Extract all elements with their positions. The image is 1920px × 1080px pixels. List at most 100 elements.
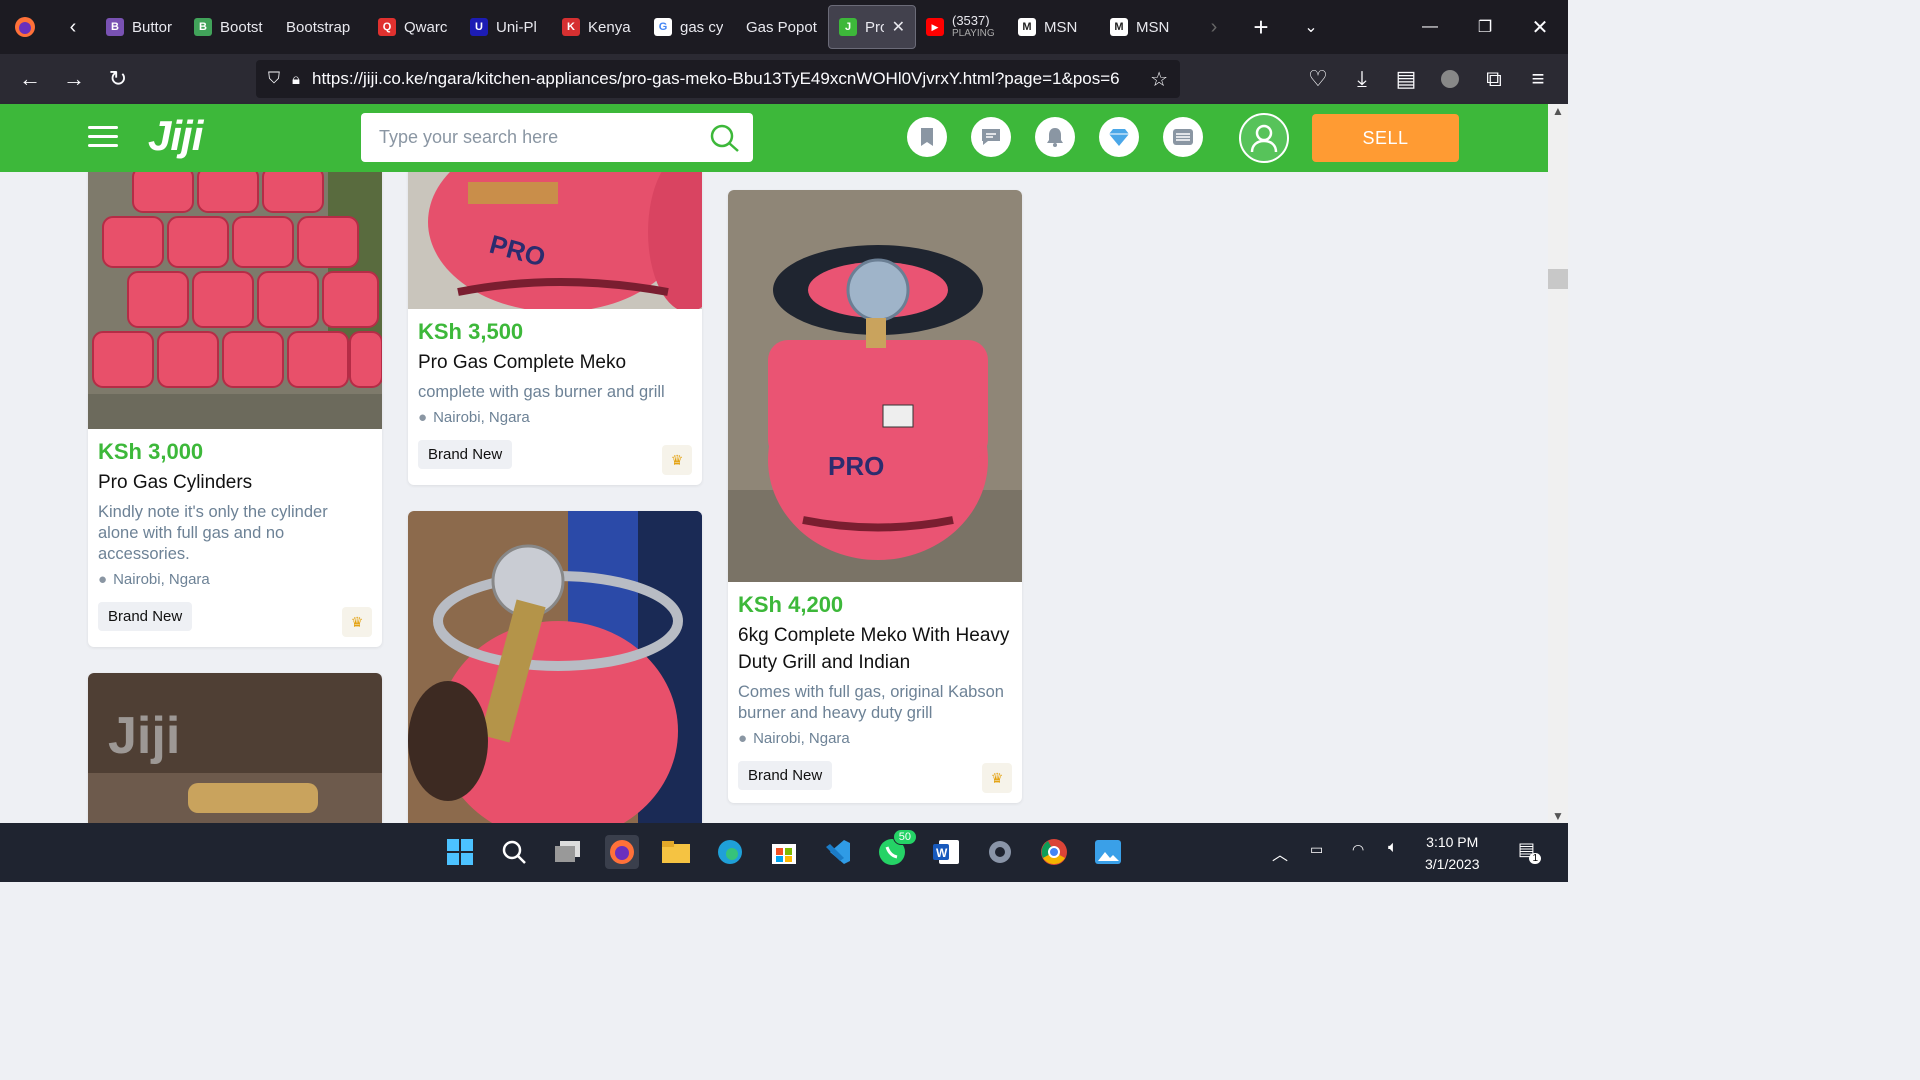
tab-scroll-left-icon[interactable]: ‹: [50, 5, 96, 49]
jiji-logo[interactable]: Jiji: [148, 112, 203, 160]
chrome-icon[interactable]: [1037, 835, 1071, 869]
shield-icon[interactable]: ⛉: [268, 70, 280, 88]
listing-title[interactable]: Pro Gas Complete Meko: [418, 349, 692, 376]
messages-icon[interactable]: [971, 117, 1011, 157]
tab-6[interactable]: Ggas cy: [644, 5, 736, 49]
notifications-bell-icon[interactable]: [1035, 117, 1075, 157]
tab-scroll-right-icon[interactable]: ›: [1192, 5, 1236, 49]
battery-icon[interactable]: ▭: [1310, 841, 1323, 858]
tab-10[interactable]: M MSN: [1008, 5, 1100, 49]
downloads-icon[interactable]: ⤓: [1340, 57, 1384, 101]
settings-gear-icon[interactable]: [983, 835, 1017, 869]
scroll-down-icon[interactable]: ▼: [1552, 809, 1564, 823]
search-input[interactable]: Type your search here: [361, 113, 753, 162]
hamburger-menu-icon[interactable]: [88, 126, 118, 150]
file-explorer-icon[interactable]: [659, 835, 693, 869]
pocket-icon[interactable]: ♡: [1296, 57, 1340, 101]
app-menu-icon[interactable]: ≡: [1516, 57, 1560, 101]
close-window-icon[interactable]: ✕: [1515, 5, 1565, 49]
close-tab-icon[interactable]: ✕: [892, 17, 905, 37]
volume-icon[interactable]: 🔈︎: [1388, 839, 1398, 857]
scrollbar-thumb[interactable]: [1548, 269, 1568, 289]
tab-8-active[interactable]: J Pro ✕: [828, 5, 916, 49]
condition-badge: Brand New: [738, 761, 833, 790]
vscode-icon[interactable]: [821, 835, 855, 869]
minimize-icon[interactable]: —: [1405, 5, 1455, 49]
extensions-puzzle-icon[interactable]: ⧉: [1472, 57, 1516, 101]
clock[interactable]: 3:10 PM 3/1/2023: [1425, 831, 1480, 875]
tab-1[interactable]: B Bootst: [184, 5, 276, 49]
my-adverts-list-icon[interactable]: [1163, 117, 1203, 157]
listing-image[interactable]: Jiji: [88, 673, 382, 823]
url-text[interactable]: https://jiji.co.ke/ngara/kitchen-applian…: [312, 69, 1138, 89]
word-icon[interactable]: W: [929, 835, 963, 869]
wifi-icon[interactable]: ◠: [1352, 841, 1364, 858]
show-hidden-icons-icon[interactable]: ︿: [1272, 841, 1288, 865]
gas-cylinders-photo: [88, 172, 382, 429]
firefox-taskbar-icon[interactable]: [605, 835, 639, 869]
whatsapp-badge: 50: [892, 829, 917, 845]
listing-card[interactable]: KSh 3,000 Pro Gas Cylinders Kindly note …: [88, 172, 382, 647]
clock-date: 3/1/2023: [1425, 856, 1480, 872]
premium-diamond-icon[interactable]: [1099, 117, 1139, 157]
listing-image[interactable]: PRO: [728, 190, 1022, 582]
forward-icon[interactable]: →: [52, 57, 96, 101]
sell-button[interactable]: SELL: [1312, 114, 1459, 162]
listing-image[interactable]: PRO: [408, 172, 702, 309]
tab-3[interactable]: Q Qwarc: [368, 5, 460, 49]
back-icon[interactable]: ←: [8, 57, 52, 101]
tab-label: Bootstrap: [286, 18, 351, 36]
synced-tabs-icon[interactable]: ▤: [1384, 57, 1428, 101]
reload-icon[interactable]: ↻: [96, 57, 140, 101]
task-view-icon[interactable]: [551, 835, 585, 869]
search-icon[interactable]: [709, 123, 741, 158]
condition-badge: Brand New: [98, 602, 193, 631]
user-avatar[interactable]: [1239, 113, 1289, 163]
crown-icon: ♛: [342, 607, 372, 637]
tab-7[interactable]: Gas Popot: [736, 5, 828, 49]
new-tab-icon[interactable]: +: [1236, 5, 1286, 49]
tab-label: gas cy: [680, 18, 724, 36]
extension-icon[interactable]: [1428, 57, 1472, 101]
start-windows-icon[interactable]: [443, 835, 477, 869]
bootstrap-icon: B: [106, 18, 124, 36]
bootstrap-icon: B: [194, 18, 212, 36]
listing-card[interactable]: PRO KSh 4,200 6kg Complete Meko With Hea…: [728, 190, 1022, 803]
location-pin-icon: ●: [738, 730, 748, 747]
microsoft-store-icon[interactable]: [767, 835, 801, 869]
restore-icon[interactable]: ❐: [1460, 5, 1510, 49]
tab-11[interactable]: M MSN: [1100, 5, 1192, 49]
photos-icon[interactable]: [1091, 835, 1125, 869]
location-text: Nairobi, Ngara: [753, 730, 850, 747]
tab-4[interactable]: U Uni-Pl: [460, 5, 552, 49]
whatsapp-icon[interactable]: 50: [875, 829, 917, 869]
listing-title[interactable]: 6kg Complete Meko With Heavy Duty Grill …: [738, 622, 1012, 676]
listing-image[interactable]: [408, 511, 702, 823]
tab-label: MSN: [1044, 18, 1078, 36]
listing-card[interactable]: PRO KSh 3,500 Pro Gas Complete Meko comp…: [408, 172, 702, 485]
edge-icon[interactable]: [713, 835, 747, 869]
firefox-menu-icon[interactable]: [0, 5, 50, 49]
search-icon[interactable]: [497, 835, 531, 869]
tab-5[interactable]: K Kenya: [552, 5, 644, 49]
tab-0[interactable]: B Buttor: [96, 5, 184, 49]
listing-card[interactable]: Jiji: [88, 673, 382, 823]
jiji-watermark: Jiji: [108, 707, 180, 765]
listing-title[interactable]: Pro Gas Cylinders: [98, 469, 372, 496]
gas-regulator-photo: Jiji: [88, 673, 382, 823]
page-scrollbar[interactable]: ▲ ▼: [1548, 104, 1568, 823]
kenya-icon: K: [562, 18, 580, 36]
tab-label: Kenya: [588, 18, 631, 36]
list-all-tabs-icon[interactable]: ⌄: [1286, 5, 1336, 49]
saved-bookmark-icon[interactable]: [907, 117, 947, 157]
listing-card[interactable]: [408, 511, 702, 823]
listing-price: KSh 3,000: [98, 439, 204, 464]
notifications-icon[interactable]: ▤ 1: [1518, 839, 1542, 864]
address-bar[interactable]: ⛉ 🔒︎ https://jiji.co.ke/ngara/kitchen-ap…: [256, 60, 1180, 98]
scroll-up-icon[interactable]: ▲: [1552, 104, 1564, 118]
tab-9[interactable]: ▶ (3537) PLAYING: [916, 5, 1008, 49]
tab-2[interactable]: Bootstrap: [276, 5, 368, 49]
lock-icon[interactable]: 🔒︎: [292, 71, 300, 88]
bookmark-star-icon[interactable]: ☆: [1150, 67, 1168, 92]
listing-image[interactable]: [88, 172, 382, 429]
